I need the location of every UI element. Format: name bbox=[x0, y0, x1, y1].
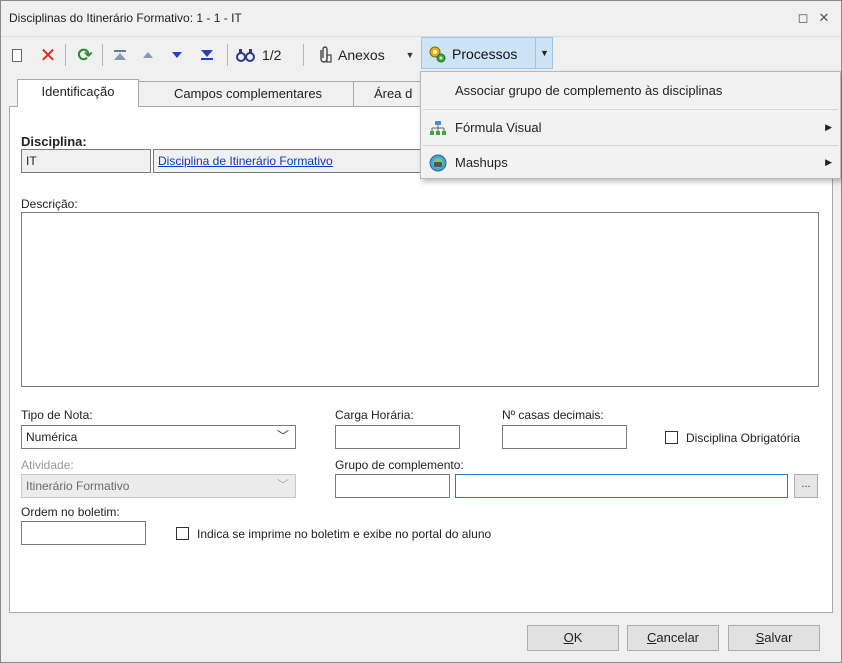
disciplina-name-field: Disciplina de Itinerário Formativo bbox=[153, 149, 423, 173]
anexos-button[interactable]: Anexos bbox=[338, 41, 385, 69]
cancelar-button[interactable]: Cancelar bbox=[627, 625, 719, 651]
visual-formula-icon bbox=[430, 121, 446, 135]
salvar-label: Salvar bbox=[755, 630, 793, 645]
disciplina-label: Disciplina: bbox=[21, 134, 87, 149]
atividade-value: Itinerário Formativo bbox=[26, 479, 130, 493]
refresh-icon[interactable]: ⟳ bbox=[74, 41, 96, 69]
grupo-complemento-desc-input[interactable] bbox=[455, 474, 788, 498]
find-icon[interactable] bbox=[235, 41, 257, 69]
tipo-nota-value: Numérica bbox=[26, 430, 78, 444]
next-record-icon[interactable] bbox=[167, 41, 187, 69]
menu-item-label: Associar grupo de complemento às discipl… bbox=[455, 83, 723, 98]
chevron-down-icon[interactable]: ▼ bbox=[403, 41, 417, 69]
chevron-right-icon: ▶ bbox=[825, 157, 832, 167]
attachment-icon[interactable] bbox=[313, 41, 335, 69]
grupo-complemento-code-input[interactable] bbox=[335, 474, 450, 498]
disciplina-name-link[interactable]: Disciplina de Itinerário Formativo bbox=[158, 154, 333, 168]
page-indicator: 1/2 bbox=[262, 47, 282, 63]
chevron-down-icon: ﹀ bbox=[276, 429, 289, 443]
casas-decimais-input[interactable] bbox=[502, 425, 627, 449]
close-icon[interactable]: ✕ bbox=[816, 10, 832, 26]
delete-icon[interactable]: ✕ bbox=[37, 41, 59, 69]
processos-label: Processos bbox=[452, 46, 518, 62]
casas-decimais-label: Nº casas decimais: bbox=[502, 408, 604, 422]
previous-record-icon[interactable] bbox=[138, 41, 158, 69]
ordem-boletim-label: Ordem no boletim: bbox=[21, 505, 120, 519]
menu-item-label: Fórmula Visual bbox=[455, 120, 542, 135]
carga-horaria-label: Carga Horária: bbox=[335, 408, 414, 422]
atividade-label: Atividade: bbox=[21, 458, 74, 472]
chevron-down-icon[interactable]: ▼ bbox=[535, 38, 553, 68]
processes-gear-icon bbox=[429, 46, 446, 63]
identificacao-panel: Disciplina: IT Disciplina de Itinerário … bbox=[9, 106, 833, 613]
ok-button[interactable]: OK bbox=[527, 625, 619, 651]
window-title: Disciplinas do Itinerário Formativo: 1 -… bbox=[9, 11, 242, 25]
atividade-select: Itinerário Formativo ﹀ bbox=[21, 474, 296, 498]
carga-horaria-input[interactable] bbox=[335, 425, 460, 449]
tab-identificacao[interactable]: Identificação bbox=[17, 79, 139, 107]
descricao-textarea[interactable] bbox=[21, 212, 819, 387]
salvar-button[interactable]: Salvar bbox=[728, 625, 820, 651]
tipo-nota-select[interactable]: Numérica ﹀ bbox=[21, 425, 296, 449]
tipo-nota-label: Tipo de Nota: bbox=[21, 408, 93, 422]
processos-button[interactable]: Processos ▼ bbox=[421, 37, 553, 69]
disciplina-obrigatoria-label: Disciplina Obrigatória bbox=[686, 431, 801, 445]
grupo-complemento-label: Grupo de complemento: bbox=[335, 458, 464, 472]
dialog-window: Disciplinas do Itinerário Formativo: 1 -… bbox=[0, 0, 842, 663]
processos-menu: Associar grupo de complemento às discipl… bbox=[420, 71, 841, 179]
disciplina-obrigatoria-checkbox[interactable] bbox=[665, 431, 678, 444]
toolbar-separator bbox=[65, 44, 66, 66]
chevron-down-icon: ﹀ bbox=[276, 478, 289, 492]
title-bar: Disciplinas do Itinerário Formativo: 1 -… bbox=[1, 1, 841, 37]
mashups-icon bbox=[429, 154, 447, 172]
menu-item-associar-grupo[interactable]: Associar grupo de complemento às discipl… bbox=[421, 73, 840, 108]
descricao-label: Descrição: bbox=[21, 197, 78, 211]
imprime-boletim-checkbox[interactable] bbox=[176, 527, 189, 540]
menu-item-label: Mashups bbox=[455, 155, 508, 170]
first-record-icon[interactable] bbox=[109, 41, 131, 69]
ordem-boletim-input[interactable] bbox=[21, 521, 146, 545]
last-record-icon[interactable] bbox=[196, 41, 218, 69]
disciplina-code-field: IT bbox=[21, 149, 151, 173]
ok-label: OK bbox=[563, 630, 583, 645]
new-document-icon[interactable] bbox=[7, 41, 27, 69]
chevron-right-icon: ▶ bbox=[825, 122, 832, 132]
grupo-complemento-lookup-button[interactable]: ... bbox=[794, 474, 818, 498]
menu-item-mashups[interactable]: Mashups ▶ bbox=[421, 145, 840, 180]
cancelar-label: Cancelar bbox=[646, 630, 700, 645]
tab-campos-complementares[interactable]: Campos complementares bbox=[137, 81, 359, 107]
menu-item-formula-visual[interactable]: Fórmula Visual ▶ bbox=[421, 110, 840, 145]
toolbar-separator bbox=[227, 44, 228, 66]
maximize-icon[interactable]: ◻ bbox=[795, 10, 811, 26]
imprime-boletim-label: Indica se imprime no boletim e exibe no … bbox=[197, 527, 492, 541]
toolbar-separator bbox=[102, 44, 103, 66]
toolbar-separator bbox=[303, 44, 304, 66]
